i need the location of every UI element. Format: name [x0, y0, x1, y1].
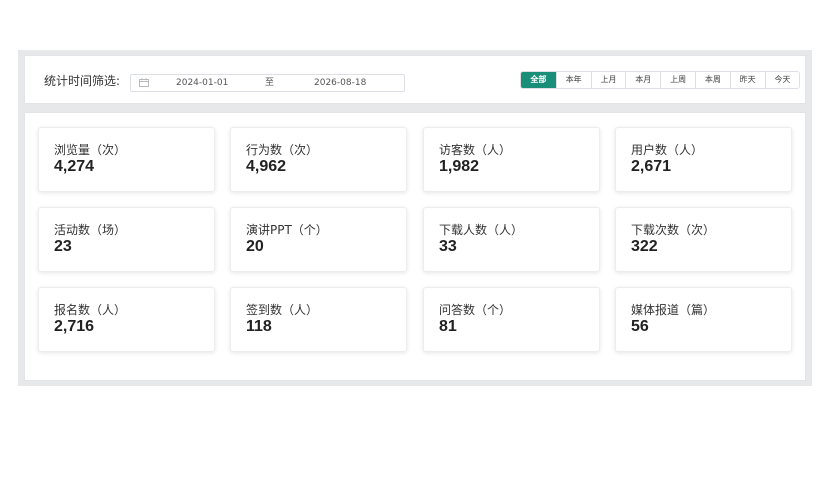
range-button-yesterday[interactable]: 昨天 — [729, 72, 765, 88]
stat-card-downloads: 下载次数（次） 322 — [615, 207, 792, 272]
range-button-last-week[interactable]: 上周 — [660, 72, 695, 88]
range-button-this-year[interactable]: 本年 — [555, 72, 591, 88]
stat-value: 20 — [246, 238, 264, 255]
stat-label: 访客数（人） — [439, 143, 512, 157]
stat-label: 下载次数（次） — [631, 223, 716, 237]
stat-label: 演讲PPT（个） — [246, 223, 328, 237]
stat-value: 4,274 — [54, 158, 95, 175]
range-button-today[interactable]: 今天 — [764, 72, 800, 88]
time-filter-bar: 统计时间筛选: 2024-01-01 至 2026-08-18 全部 本年 上月… — [24, 55, 806, 104]
stat-card-visitors: 访客数（人） 1,982 — [423, 127, 600, 192]
stat-value: 2,671 — [631, 158, 672, 175]
stat-label: 用户数（人） — [631, 143, 704, 157]
stat-value: 56 — [631, 318, 649, 335]
stat-label: 浏览量（次） — [54, 143, 127, 157]
stat-card-events: 活动数（场） 23 — [38, 207, 215, 272]
stat-label: 报名数（人） — [54, 303, 127, 317]
stat-card-users: 用户数（人） 2,671 — [615, 127, 792, 192]
dashboard-frame: 统计时间筛选: 2024-01-01 至 2026-08-18 全部 本年 上月… — [18, 50, 812, 386]
stat-label: 签到数（人） — [246, 303, 319, 317]
quick-range-buttons: 全部 本年 上月 本月 上周 本周 昨天 今天 — [520, 71, 801, 89]
stat-value: 2,716 — [54, 318, 95, 335]
end-date-input[interactable]: 2026-08-18 — [314, 77, 366, 89]
stat-value: 4,962 — [246, 158, 287, 175]
stat-card-downloaders: 下载人数（人） 33 — [423, 207, 600, 272]
stat-value: 33 — [439, 238, 457, 255]
range-button-all[interactable]: 全部 — [521, 72, 556, 88]
stat-card-ppt: 演讲PPT（个） 20 — [230, 207, 407, 272]
range-button-this-month[interactable]: 本月 — [625, 72, 660, 88]
stat-label: 活动数（场） — [54, 223, 127, 237]
stat-value: 1,982 — [439, 158, 480, 175]
range-button-this-week[interactable]: 本周 — [694, 72, 730, 88]
start-date-input[interactable]: 2024-01-01 — [176, 77, 228, 89]
stat-card-actions: 行为数（次） 4,962 — [230, 127, 407, 192]
stat-value: 322 — [631, 238, 658, 255]
stat-card-checkins: 签到数（人） 118 — [230, 287, 407, 352]
stat-label: 媒体报道（篇） — [631, 303, 716, 317]
stat-card-media-reports: 媒体报道（篇） 56 — [615, 287, 792, 352]
stat-value: 23 — [54, 238, 72, 255]
date-separator: 至 — [265, 78, 275, 88]
stat-label: 下载人数（人） — [439, 223, 524, 237]
stats-panel: 浏览量（次） 4,274 行为数（次） 4,962 访客数（人） 1,982 用… — [24, 112, 806, 381]
date-range-picker[interactable]: 2024-01-01 至 2026-08-18 — [130, 74, 405, 92]
stat-card-registrations: 报名数（人） 2,716 — [38, 287, 215, 352]
stat-label: 问答数（个） — [439, 303, 512, 317]
filter-label: 统计时间筛选: — [44, 74, 121, 88]
stat-value: 81 — [439, 318, 457, 335]
range-button-last-month[interactable]: 上月 — [590, 72, 626, 88]
stat-card-qa: 问答数（个） 81 — [423, 287, 600, 352]
stat-label: 行为数（次） — [246, 143, 319, 157]
stat-card-page-views: 浏览量（次） 4,274 — [38, 127, 215, 192]
calendar-icon — [139, 78, 149, 87]
stat-value: 118 — [246, 318, 272, 335]
